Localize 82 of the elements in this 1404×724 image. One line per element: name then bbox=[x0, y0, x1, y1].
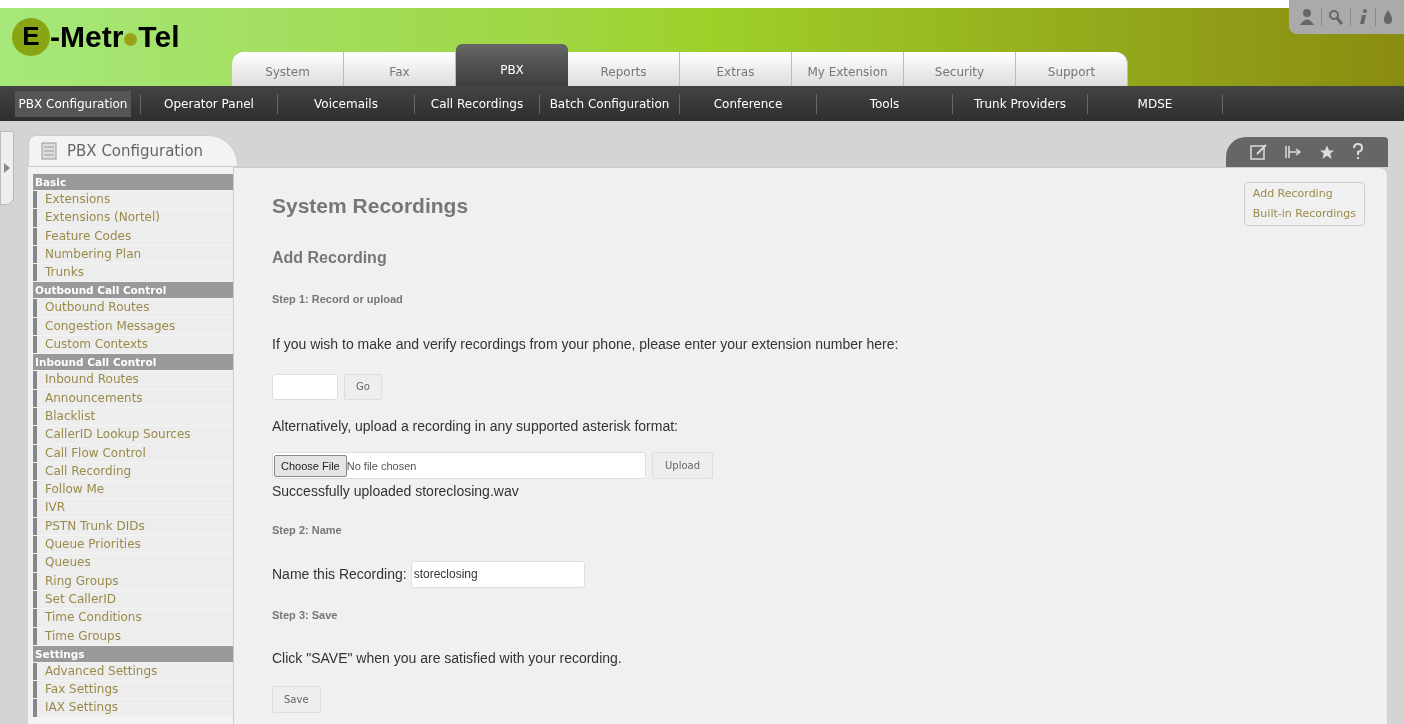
expand-icon bbox=[4, 163, 10, 173]
nav-tab[interactable]: Reports bbox=[568, 52, 680, 86]
instruction-text: Alternatively, upload a recording in any supported asterisk format: bbox=[272, 416, 678, 436]
step-heading: Step 2: Name bbox=[272, 522, 342, 538]
menu-link[interactable]: Conference bbox=[709, 90, 787, 117]
choose-file-button[interactable]: Choose File bbox=[274, 454, 347, 477]
sidebar-item[interactable]: Blacklist bbox=[33, 407, 233, 426]
nav-tab[interactable]: Extras bbox=[680, 52, 792, 86]
menu-link[interactable]: MDSE bbox=[1133, 90, 1177, 117]
nav-tab[interactable]: System bbox=[232, 52, 344, 86]
nav-tab[interactable]: Fax bbox=[344, 52, 456, 86]
sidebar-item[interactable]: Time Conditions bbox=[33, 609, 233, 627]
panel-tab[interactable]: PBX Configuration bbox=[28, 135, 238, 167]
nav-tab[interactable]: Security bbox=[904, 52, 1016, 86]
nav-tab[interactable]: Support bbox=[1016, 52, 1128, 86]
sidebar-item[interactable]: Advanced Settings bbox=[33, 662, 233, 681]
drop-icon[interactable] bbox=[1382, 8, 1394, 26]
file-status-text: No file chosen bbox=[346, 459, 417, 472]
sidebar-item[interactable]: Ring Groups bbox=[33, 572, 233, 590]
menu-link[interactable]: Call Recordings bbox=[426, 90, 528, 117]
info-icon[interactable] bbox=[1357, 8, 1369, 26]
sidebar-section-header: Inbound Call Control bbox=[33, 354, 233, 371]
sidebar-item[interactable]: Outbound Routes bbox=[33, 299, 233, 317]
sidebar-item[interactable]: Time Groups bbox=[33, 627, 233, 645]
instruction-text: If you wish to make and verify recordings from your phone, please enter your extension number here: bbox=[272, 334, 899, 354]
instruction-text: Click "SAVE" when you are satisfied with your recording. bbox=[272, 648, 622, 668]
search-icon[interactable] bbox=[1328, 8, 1344, 26]
sidebar-item[interactable]: Queues bbox=[33, 554, 233, 572]
step-heading: Step 3: Save bbox=[272, 607, 338, 623]
upload-button[interactable]: Upload bbox=[652, 451, 714, 479]
step-heading: Step 1: Record or upload bbox=[272, 291, 403, 307]
sidebar-section-header: Outbound Call Control bbox=[33, 282, 233, 299]
logo-initial: E bbox=[12, 17, 50, 56]
sidebar-item[interactable]: Follow Me bbox=[33, 481, 233, 499]
sidebar-item[interactable]: Fax Settings bbox=[33, 681, 233, 699]
document-icon bbox=[41, 142, 57, 160]
side-link[interactable]: Add Recording bbox=[1252, 186, 1356, 203]
extension-field[interactable] bbox=[272, 373, 338, 400]
sidebar-item[interactable]: PSTN Trunk DIDs bbox=[33, 517, 233, 536]
nav-tab[interactable]: My Extension bbox=[792, 52, 904, 86]
sidebar-item[interactable]: Custom Contexts bbox=[33, 336, 233, 354]
menu-link[interactable]: Batch Configuration bbox=[545, 90, 674, 117]
sidebar-item[interactable]: Numbering Plan bbox=[33, 245, 233, 264]
file-field[interactable]: Choose File No file chosen bbox=[272, 451, 646, 479]
panel-tab-label: PBX Configuration bbox=[67, 140, 204, 162]
collapse-handle[interactable] bbox=[0, 131, 14, 205]
sidebar-item[interactable]: IAX Settings bbox=[33, 699, 233, 717]
page-title: System Recordings bbox=[272, 193, 469, 219]
help-icon[interactable] bbox=[1352, 143, 1364, 161]
save-button[interactable]: Save bbox=[272, 685, 321, 713]
nav-tab[interactable]: PBX bbox=[456, 44, 568, 86]
field-label: Name this Recording: bbox=[272, 564, 407, 584]
sidebar-item[interactable]: Announcements bbox=[33, 389, 233, 407]
exit-icon[interactable] bbox=[1284, 144, 1302, 160]
menu-link[interactable]: Tools bbox=[865, 90, 904, 117]
name-field[interactable]: storeclosing bbox=[410, 560, 585, 588]
sidebar-item[interactable]: Feature Codes bbox=[33, 227, 233, 245]
sidebar-item[interactable]: Trunks bbox=[33, 264, 233, 282]
sidebar-item[interactable]: Inbound Routes bbox=[33, 371, 233, 389]
sidebar-item[interactable]: Call Recording bbox=[33, 462, 233, 481]
menu-link[interactable]: Operator Panel bbox=[160, 90, 258, 117]
user-icon[interactable] bbox=[1299, 8, 1315, 26]
menu-link[interactable]: Voicemails bbox=[310, 90, 382, 117]
sidebar-section-header: Basic bbox=[33, 174, 233, 190]
sidebar-item[interactable]: Extensions bbox=[33, 191, 233, 209]
sidebar-item[interactable]: Congestion Messages bbox=[33, 317, 233, 336]
go-button[interactable]: Go bbox=[344, 373, 382, 400]
side-link[interactable]: Built-in Recordings bbox=[1252, 205, 1356, 222]
sidebar-item[interactable]: Call Flow Control bbox=[33, 444, 233, 462]
menu-link[interactable]: Trunk Providers bbox=[969, 90, 1071, 117]
sidebar-section-header: Settings bbox=[33, 645, 233, 662]
edit-icon[interactable] bbox=[1250, 144, 1268, 160]
success-message: Successfully uploaded storeclosing.wav bbox=[272, 481, 519, 501]
sidebar-item[interactable]: IVR bbox=[33, 499, 233, 517]
logo-text: Tel bbox=[138, 19, 180, 55]
menu-link[interactable]: PBX Configuration bbox=[14, 90, 132, 117]
sidebar-item[interactable]: Set CallerID bbox=[33, 590, 233, 609]
sidebar-item[interactable]: CallerID Lookup Sources bbox=[33, 426, 233, 444]
logo-text: -Metr bbox=[50, 19, 124, 55]
sidebar-item[interactable]: Queue Priorities bbox=[33, 536, 233, 554]
section-title: Add Recording bbox=[272, 247, 387, 268]
sidebar-item[interactable]: Extensions (Nortel) bbox=[33, 209, 233, 227]
